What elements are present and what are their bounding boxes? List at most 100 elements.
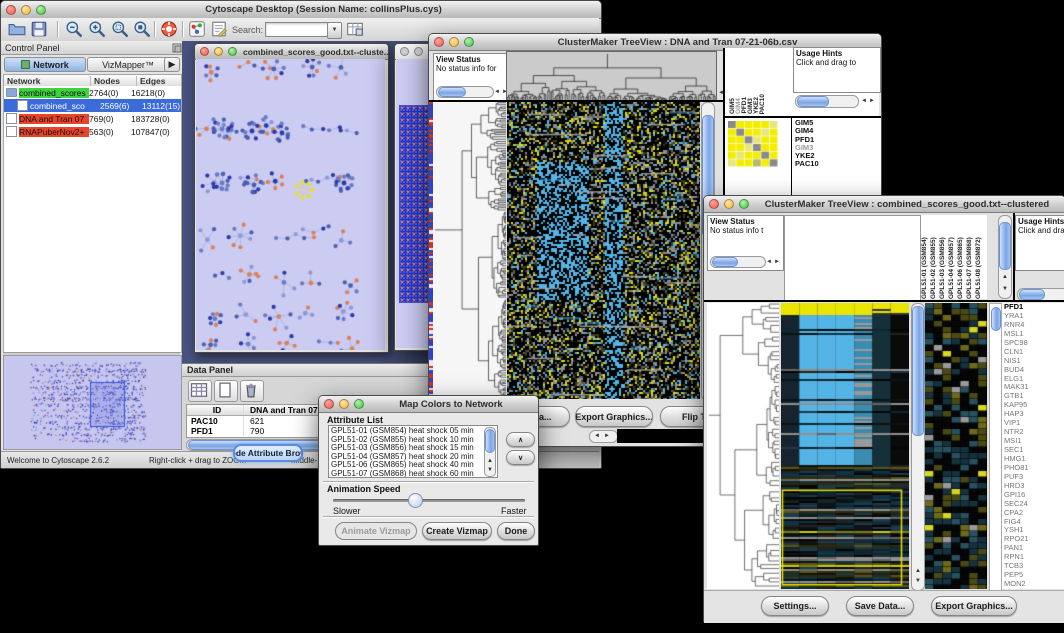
array-label-vscrollbar[interactable]	[998, 215, 1012, 299]
global-heatmap-canvas[interactable]	[781, 303, 909, 589]
gene-label[interactable]: VIP1	[1004, 419, 1064, 428]
delete-attribute-trash-icon[interactable]	[240, 380, 264, 402]
array-label[interactable]: GPL51-01 (GSM854)	[921, 215, 930, 299]
view-status-scrollbar[interactable]	[710, 256, 766, 268]
zoom-vscrollbar[interactable]	[989, 303, 1002, 591]
float-panel-icon[interactable]	[172, 43, 182, 55]
network-table-row[interactable]: DNA and Tran 07 769(0) 183728(0)	[4, 112, 181, 125]
attribute-list-item[interactable]: GPL51-06 (GSM865) heat shock 40 min	[331, 461, 495, 470]
zoom-heatmap-canvas[interactable]	[925, 303, 987, 589]
scrollbar-thumb[interactable]	[999, 222, 1011, 270]
save-icon[interactable]	[30, 20, 48, 38]
scrollbar-thumb[interactable]	[485, 429, 495, 453]
scroll-down-icon[interactable]	[487, 467, 493, 473]
gene-label[interactable]: MON2	[1004, 580, 1064, 589]
treeview2-action-button[interactable]: Save Data...	[846, 596, 914, 616]
gene-label[interactable]: HRD3	[1004, 482, 1064, 491]
scroll-right-icon[interactable]	[869, 98, 875, 104]
gene-label[interactable]: MSL1	[1004, 330, 1064, 339]
gene-label[interactable]: RPO21	[1004, 535, 1064, 544]
gene-label[interactable]: RPN1	[1004, 553, 1064, 562]
gene-label[interactable]: PAC10	[795, 160, 855, 168]
scrollbar-thumb[interactable]	[1019, 289, 1045, 300]
minimize-icon[interactable]	[21, 5, 31, 15]
usage-hints-scrollbar[interactable]	[795, 95, 859, 108]
zoom-selected-icon[interactable]	[111, 20, 129, 38]
minimize-icon[interactable]	[449, 37, 459, 47]
scroll-right-icon[interactable]	[604, 433, 610, 439]
tab-overflow-button[interactable]: ▶	[164, 57, 180, 72]
array-label[interactable]: PAC10	[759, 94, 765, 114]
gene-label[interactable]: HMG1	[1004, 455, 1064, 464]
network-view-titlebar[interactable]: combined_scores_good.txt--cluste...	[195, 44, 388, 60]
gene-label[interactable]: CPA2	[1004, 509, 1064, 518]
close-icon[interactable]	[200, 47, 209, 56]
attribute-list-item[interactable]: GPL51-01 (GSM854) heat shock 05 min	[331, 427, 495, 436]
array-label[interactable]: GPL51-06 (GSM865)	[957, 215, 966, 299]
open-folder-icon[interactable]	[8, 20, 26, 38]
gene-label[interactable]: GPI16	[1004, 491, 1064, 500]
minimize-icon[interactable]	[214, 47, 223, 56]
gene-label[interactable]: ELG1	[1004, 375, 1064, 384]
plugin-table-icon[interactable]	[346, 20, 364, 38]
attribute-list-item[interactable]: GPL51-07 (GSM868) heat shock 60 min	[331, 470, 495, 478]
gene-label[interactable]: YSH1	[1004, 526, 1064, 535]
dialog-action-button[interactable]: Create Vizmap	[422, 522, 492, 540]
gene-label[interactable]: SPC98	[1004, 339, 1064, 348]
attribute-list-item[interactable]: GPL51-04 (GSM857) heat shock 20 min	[331, 453, 495, 462]
minimize-icon[interactable]	[724, 199, 734, 209]
scroll-left-icon[interactable]	[494, 89, 500, 95]
gene-label[interactable]: SEC1	[1004, 446, 1064, 455]
gene-label[interactable]: NIS1	[1004, 357, 1064, 366]
close-icon[interactable]	[400, 47, 409, 56]
network-overview-canvas[interactable]	[3, 355, 182, 450]
array-dendrogram-area[interactable]	[784, 215, 921, 301]
array-dendrogram-canvas[interactable]	[506, 51, 717, 101]
node-attribute-browser-button[interactable]: Node Attribute Brows	[233, 444, 303, 462]
scroll-down-icon[interactable]	[1002, 286, 1008, 292]
new-attribute-icon[interactable]	[214, 380, 238, 402]
move-up-button[interactable]: ∧	[506, 432, 535, 447]
column-header-edges[interactable]: Edges	[137, 76, 181, 86]
scroll-up-icon[interactable]	[1002, 274, 1008, 280]
gene-dendrogram-canvas[interactable]	[433, 102, 506, 399]
close-icon[interactable]	[324, 399, 334, 409]
global-heatmap-canvas[interactable]	[507, 102, 700, 399]
gene-label[interactable]: NTR2	[1004, 428, 1064, 437]
scrollbar-thumb[interactable]	[912, 306, 924, 436]
network-table-row[interactable]: RNAPuberNov2+ 563(0) 107847(0)	[4, 125, 181, 138]
scrollbar-thumb[interactable]	[438, 87, 466, 97]
scroll-down-icon[interactable]	[915, 578, 921, 584]
dialog-action-button[interactable]: Done	[497, 522, 535, 540]
scroll-up-icon[interactable]	[915, 568, 921, 574]
gene-label[interactable]: PHO81	[1004, 464, 1064, 473]
close-icon[interactable]	[434, 37, 444, 47]
array-label[interactable]: GPL51-08 (GSM872)	[975, 215, 984, 299]
column-header-nodes[interactable]: Nodes	[91, 76, 137, 86]
animation-speed-slider-thumb[interactable]	[408, 493, 423, 508]
attribute-list-item[interactable]: GPL51-02 (GSM855) heat shock 10 min	[331, 436, 495, 445]
view-status-scrollbar[interactable]	[436, 86, 494, 98]
minimize-icon[interactable]	[339, 399, 349, 409]
minimize-icon[interactable]	[414, 47, 423, 56]
array-label[interactable]: GPL51-03 (GSM856)	[939, 215, 948, 299]
gene-label[interactable]: MAK31	[1004, 383, 1064, 392]
array-label[interactable]: GPL51-02 (GSM855)	[930, 215, 939, 299]
gene-label[interactable]: MSI1	[1004, 437, 1064, 446]
animation-speed-slider-track[interactable]	[333, 499, 525, 502]
zoom-window-icon[interactable]	[36, 5, 46, 15]
search-input[interactable]	[265, 22, 331, 37]
dialog-action-button[interactable]: Animate Vizmap	[335, 522, 417, 540]
gene-label[interactable]: KAP95	[1004, 401, 1064, 410]
zoom-window-icon[interactable]	[739, 199, 749, 209]
gene-label[interactable]: PAN1	[1004, 544, 1064, 553]
column-header-network[interactable]: Network	[4, 76, 91, 86]
scroll-right-icon[interactable]	[774, 259, 780, 265]
global-vscrollbar[interactable]	[911, 303, 925, 591]
gene-label[interactable]: BUD4	[1004, 366, 1064, 375]
zoom-fit-icon[interactable]	[133, 20, 151, 38]
scrollbar-thumb[interactable]	[797, 96, 829, 107]
gene-label[interactable]: SEC24	[1004, 500, 1064, 509]
network-table-row[interactable]: combined_sco 2569(6) 13112(15)	[4, 99, 181, 112]
zoom-window-icon[interactable]	[354, 399, 364, 409]
